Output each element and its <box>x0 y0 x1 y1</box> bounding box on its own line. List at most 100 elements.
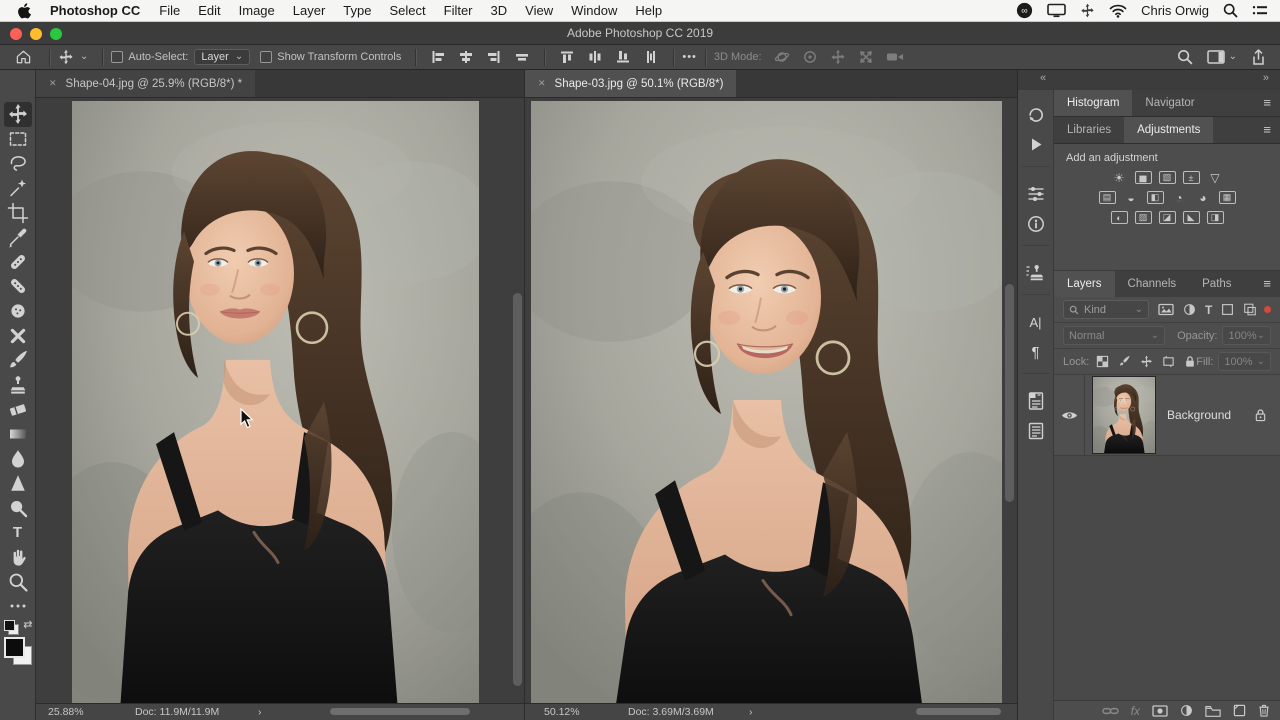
align-top-edges-icon[interactable] <box>559 49 575 65</box>
menubar-username[interactable]: Chris Orwig <box>1141 3 1209 18</box>
distribute-vertical-icon[interactable] <box>643 49 659 65</box>
auto-select-target-dropdown[interactable]: Layer ⌄ <box>194 49 251 65</box>
menu-3d[interactable]: 3D <box>482 3 517 18</box>
vertical-scrollbar-right[interactable] <box>1005 284 1014 502</box>
info-panel-icon[interactable] <box>1021 209 1051 239</box>
delete-layer-icon[interactable] <box>1258 704 1270 717</box>
align-right-edges-icon[interactable] <box>486 49 502 65</box>
layer-style-icon[interactable]: fx <box>1131 704 1140 718</box>
spotlight-search-icon[interactable] <box>1223 3 1238 18</box>
rectangular-marquee-tool[interactable] <box>4 127 32 152</box>
document-tab-shape04[interactable]: ✕ Shape-04.jpg @ 25.9% (RGB/8*) * <box>36 70 256 97</box>
dodge-tool[interactable] <box>4 496 32 521</box>
hand-tool[interactable] <box>4 545 32 570</box>
move-tool[interactable] <box>3 102 32 127</box>
auto-select-checkbox[interactable] <box>111 51 124 63</box>
threshold-icon[interactable]: ◪ <box>1158 211 1176 224</box>
lasso-tool[interactable] <box>4 151 32 176</box>
display-menu-icon[interactable] <box>1047 3 1066 18</box>
opacity-field[interactable]: 100% ⌄ <box>1222 326 1271 345</box>
3d-pan-icon[interactable] <box>830 49 846 65</box>
invert-icon[interactable]: ◐ <box>1110 211 1128 224</box>
properties-panel-icon[interactable] <box>1021 179 1051 209</box>
character-panel-icon[interactable]: A| <box>1021 307 1051 337</box>
collapse-panels-right-icon[interactable]: » <box>1263 72 1270 84</box>
new-group-icon[interactable] <box>1205 705 1221 717</box>
photo-shape04[interactable] <box>72 101 479 703</box>
brightness-contrast-icon[interactable]: ☀ <box>1111 171 1128 185</box>
hue-saturation-icon[interactable]: ▤ <box>1098 191 1116 204</box>
status-menu-arrow-icon[interactable]: › <box>749 706 753 718</box>
tool-preset-chevron-icon[interactable]: ⌄ <box>80 52 88 62</box>
close-tab-icon[interactable]: ✕ <box>49 78 57 89</box>
fill-field[interactable]: 100% ⌄ <box>1218 352 1271 371</box>
sponge-tool[interactable] <box>4 299 32 324</box>
posterize-icon[interactable]: ▨ <box>1134 211 1152 224</box>
eyedropper-tool[interactable] <box>4 225 32 250</box>
move-tool-options-icon[interactable] <box>58 49 74 65</box>
zoom-level-field[interactable]: 50.12% <box>544 706 580 718</box>
type-tool[interactable]: T <box>4 520 32 545</box>
tab-adjustments[interactable]: Adjustments <box>1124 117 1214 143</box>
document-tab-shape03[interactable]: ✕ Shape-03.jpg @ 50.1% (RGB/8*) <box>525 70 737 97</box>
sharpen-tool[interactable] <box>4 471 32 496</box>
menu-edit[interactable]: Edit <box>189 3 229 18</box>
3d-camera-icon[interactable] <box>886 50 904 64</box>
curves-icon[interactable]: ▧ <box>1158 171 1176 184</box>
layer-thumbnail[interactable] <box>1092 376 1156 454</box>
align-horizontal-centers-icon[interactable] <box>458 49 474 65</box>
zoom-level-field[interactable]: 25.88% <box>48 706 84 718</box>
layer-filter-kind-dropdown[interactable]: Kind ⌄ <box>1063 300 1149 319</box>
lock-artboard-icon[interactable] <box>1162 355 1175 368</box>
filter-shape-layers-icon[interactable] <box>1221 303 1234 316</box>
photo-filter-icon[interactable]: ◔ <box>1171 191 1188 205</box>
horizontal-scrollbar-right[interactable] <box>916 708 1001 715</box>
lock-all-icon[interactable] <box>1184 355 1196 368</box>
selective-color-icon[interactable]: ◨ <box>1206 211 1224 224</box>
canvas-area-right[interactable] <box>525 98 1017 703</box>
menu-type[interactable]: Type <box>334 3 380 18</box>
history-panel-icon[interactable] <box>1021 100 1051 130</box>
align-bottom-edges-icon[interactable] <box>615 49 631 65</box>
vibrance-icon[interactable]: ▽ <box>1207 171 1224 185</box>
channel-mixer-icon[interactable]: ◕ <box>1195 191 1212 205</box>
wifi-icon[interactable] <box>1109 4 1127 18</box>
canvas-area-left[interactable] <box>36 98 524 703</box>
tab-libraries[interactable]: Libraries <box>1054 117 1124 143</box>
paragraph-styles-panel-icon[interactable] <box>1021 416 1051 446</box>
menu-file[interactable]: File <box>150 3 189 18</box>
collapse-panels-left-icon[interactable]: « <box>1040 72 1047 84</box>
healing-brush-tool[interactable] <box>4 274 32 299</box>
tab-histogram[interactable]: Histogram <box>1054 90 1133 116</box>
exposure-icon[interactable]: ± <box>1182 171 1200 184</box>
paragraph-panel-icon[interactable]: ¶ <box>1021 337 1051 367</box>
3d-roll-icon[interactable] <box>802 49 818 65</box>
clone-source-panel-icon[interactable] <box>1021 258 1051 288</box>
lock-image-icon[interactable] <box>1118 355 1131 368</box>
creative-cloud-icon[interactable]: ∞ <box>1016 2 1033 19</box>
more-align-options-button[interactable]: ••• <box>682 51 697 63</box>
layer-row-background[interactable]: Background <box>1054 375 1280 456</box>
status-menu-arrow-icon[interactable]: › <box>258 706 262 718</box>
new-layer-icon[interactable] <box>1233 704 1246 717</box>
foreground-color-swatch[interactable] <box>3 637 25 659</box>
close-window-button[interactable] <box>10 28 22 40</box>
brush-tool[interactable] <box>4 348 32 373</box>
menu-image[interactable]: Image <box>230 3 284 18</box>
color-balance-icon[interactable]: ◒ <box>1123 191 1140 205</box>
tab-channels[interactable]: Channels <box>1115 271 1190 297</box>
minimize-window-button[interactable] <box>30 28 42 40</box>
tab-layers[interactable]: Layers <box>1054 271 1115 297</box>
filter-toggle-indicator[interactable] <box>1264 306 1271 313</box>
crossed-tools-icon[interactable] <box>4 323 32 348</box>
zoom-tool[interactable] <box>4 569 32 594</box>
align-left-edges-icon[interactable] <box>430 49 446 65</box>
lock-position-icon[interactable] <box>1140 355 1153 368</box>
close-tab-icon[interactable]: ✕ <box>538 78 546 89</box>
menu-select[interactable]: Select <box>380 3 434 18</box>
filter-type-layers-icon[interactable]: T <box>1205 303 1212 317</box>
distribute-horizontal-icon[interactable] <box>587 49 603 65</box>
menu-window[interactable]: Window <box>562 3 626 18</box>
magic-wand-tool[interactable] <box>4 176 32 201</box>
menu-filter[interactable]: Filter <box>435 3 482 18</box>
